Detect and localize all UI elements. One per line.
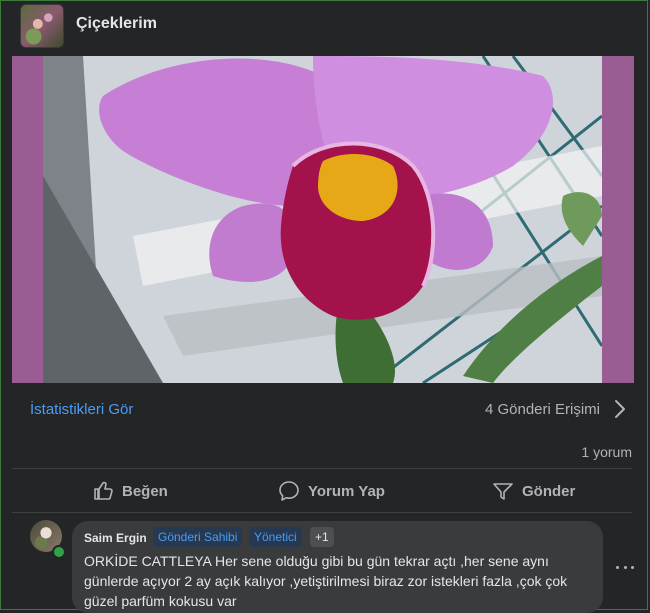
more-horizontal-icon[interactable] bbox=[616, 560, 634, 574]
divider-bottom bbox=[12, 512, 632, 513]
share-button[interactable]: Gönder bbox=[492, 478, 575, 504]
divider-top bbox=[12, 468, 632, 469]
comment-label: Yorum Yap bbox=[308, 482, 385, 500]
commenter-name[interactable]: Saim Ergin bbox=[84, 531, 147, 545]
post-header: Çiçeklerim bbox=[12, 0, 632, 52]
group-title[interactable]: Çiçeklerim bbox=[76, 15, 157, 33]
comment-button[interactable]: Yorum Yap bbox=[278, 478, 385, 504]
post-action-bar: Beğen Yorum Yap Gönder bbox=[12, 470, 632, 512]
post-reach-count: 4 Gönderi Erişimi bbox=[484, 401, 600, 418]
speech-bubble-icon bbox=[279, 481, 299, 501]
post-photo-container[interactable] bbox=[12, 56, 634, 383]
like-label: Beğen bbox=[122, 482, 168, 500]
share-arrow-icon bbox=[493, 483, 513, 500]
like-button[interactable]: Beğen bbox=[92, 478, 168, 504]
orchid-photo[interactable] bbox=[43, 56, 602, 383]
comment-count[interactable]: 1 yorum bbox=[581, 444, 632, 460]
online-status-indicator bbox=[52, 545, 66, 559]
chevron-right-icon[interactable] bbox=[612, 398, 628, 420]
badge-admin: Yönetici bbox=[249, 527, 302, 547]
view-insights-link[interactable]: İstatistikleri Gör bbox=[30, 401, 133, 418]
thumbs-up-icon bbox=[94, 481, 113, 500]
comment-text: ORKİDE CATTLEYA Her sene olduğu gibi bu … bbox=[84, 553, 568, 609]
share-label: Gönder bbox=[522, 482, 576, 500]
comment-bubble: Saim Ergin Gönderi Sahibi Yönetici +1 OR… bbox=[72, 521, 603, 613]
badge-more-count[interactable]: +1 bbox=[310, 527, 334, 547]
orchid-image bbox=[43, 56, 602, 383]
group-avatar[interactable] bbox=[20, 4, 64, 48]
badge-post-author: Gönderi Sahibi bbox=[153, 527, 243, 547]
